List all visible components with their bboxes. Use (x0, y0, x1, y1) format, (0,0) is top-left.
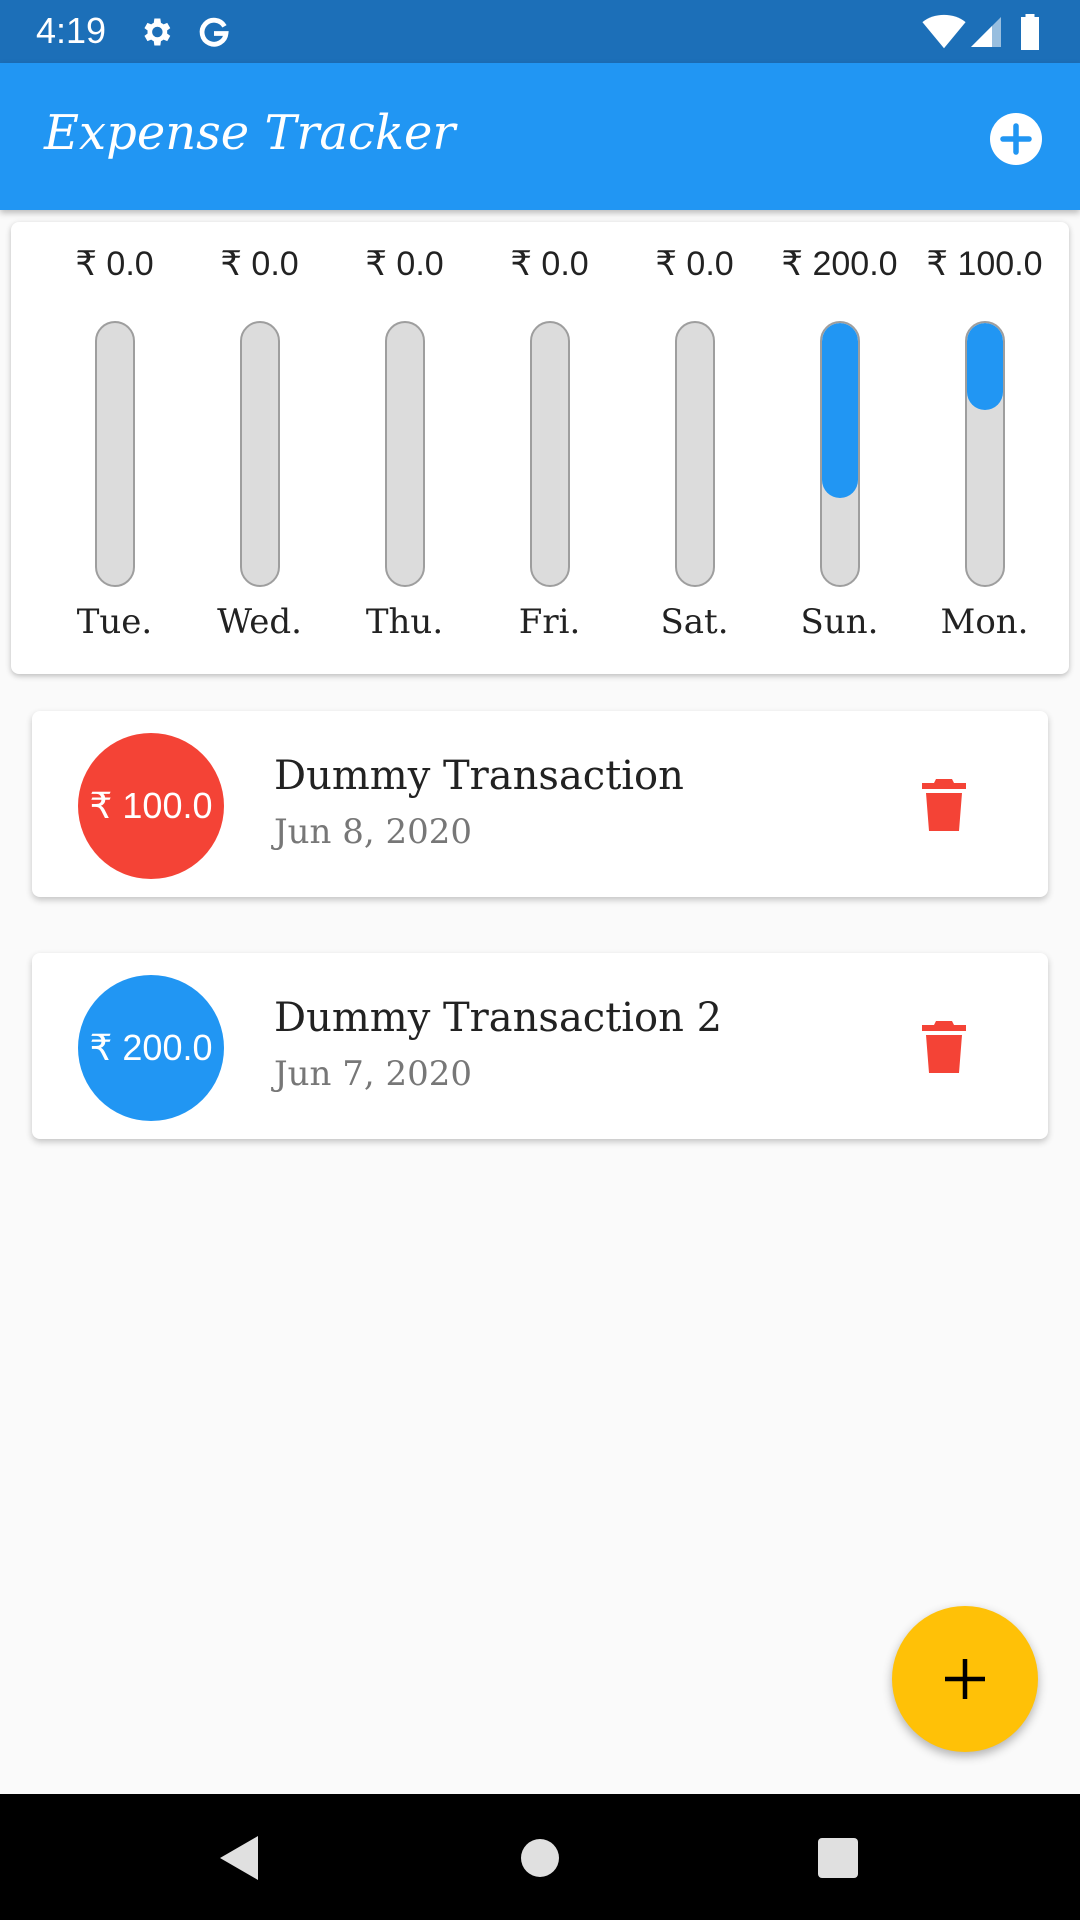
transaction-title: Dummy Transaction 2 (274, 995, 723, 1041)
bar-amount-label: ₹ 0.0 (75, 245, 154, 283)
bar-fill (821, 323, 858, 498)
bar-track (964, 321, 1005, 587)
status-time: 4:19 (36, 10, 107, 51)
transaction-title: Dummy Transaction (274, 753, 684, 799)
bar-day-label: Sun. (800, 602, 879, 642)
bar-day-label: Wed. (217, 602, 302, 642)
bar-amount-label: ₹ 200.0 (781, 245, 898, 283)
recents-icon[interactable] (814, 1832, 862, 1884)
transaction-card: ₹ 100.0 Dummy Transaction Jun 8, 2020 (32, 711, 1048, 897)
plus-icon (945, 1659, 985, 1699)
bar-day-label: Fri. (518, 602, 581, 642)
transaction-amount-badge: ₹ 100.0 (78, 733, 224, 879)
bar-track (529, 321, 570, 587)
bar-day-label: Mon. (940, 602, 1029, 642)
chart-bar-column: ₹ 0.0 Tue. (42, 242, 187, 654)
add-circle-icon[interactable] (988, 111, 1044, 167)
chart-bar-column: ₹ 0.0 Thu. (332, 242, 477, 654)
bar-track (239, 321, 280, 587)
weekly-chart: ₹ 0.0 Tue. ₹ 0.0 Wed. ₹ 0.0 Thu. ₹ 0.0 Fri. ₹ 0.… (11, 222, 1069, 674)
bar-day-label: Sat. (660, 602, 729, 642)
app-bar: Expense Tracker (0, 63, 1080, 210)
bar-track (674, 321, 715, 587)
wifi-icon (922, 14, 966, 49)
bar-track (94, 321, 135, 587)
bar-amount-label: ₹ 0.0 (220, 245, 299, 283)
bar-fill (966, 323, 1003, 411)
transaction-date: Jun 8, 2020 (274, 812, 473, 852)
home-icon[interactable] (518, 1832, 562, 1884)
bar-amount-label: ₹ 0.0 (365, 245, 444, 283)
chart-bar-column: ₹ 0.0 Fri. (477, 242, 622, 654)
transaction-card: ₹ 200.0 Dummy Transaction 2 Jun 7, 2020 (32, 953, 1048, 1139)
chart-bar-column: ₹ 100.0 Mon. (912, 242, 1057, 654)
delete-icon[interactable] (920, 1021, 968, 1073)
bar-track (384, 321, 425, 587)
chart-bar-column: ₹ 200.0 Sun. (767, 242, 912, 654)
navigation-bar (0, 1794, 1080, 1920)
status-bar: 4:19 (0, 0, 1080, 63)
app-title: Expense Tracker (44, 105, 456, 161)
bar-amount-label: ₹ 0.0 (510, 245, 589, 283)
bar-day-label: Thu. (365, 602, 444, 642)
gear-icon (144, 18, 171, 46)
battery-icon (1021, 14, 1039, 50)
bar-amount-label: ₹ 0.0 (655, 245, 734, 283)
add-transaction-fab[interactable] (892, 1606, 1038, 1752)
transaction-date: Jun 7, 2020 (274, 1054, 473, 1094)
bar-track (819, 321, 860, 587)
google-g-icon (199, 17, 229, 47)
bar-day-label: Tue. (76, 602, 153, 642)
signal-icon (971, 17, 1001, 47)
chart-bar-column: ₹ 0.0 Sat. (622, 242, 767, 654)
delete-icon[interactable] (920, 779, 968, 831)
bar-amount-label: ₹ 100.0 (926, 245, 1043, 283)
transaction-amount-badge: ₹ 200.0 (78, 975, 224, 1121)
back-icon[interactable] (216, 1832, 264, 1884)
chart-bar-column: ₹ 0.0 Wed. (187, 242, 332, 654)
